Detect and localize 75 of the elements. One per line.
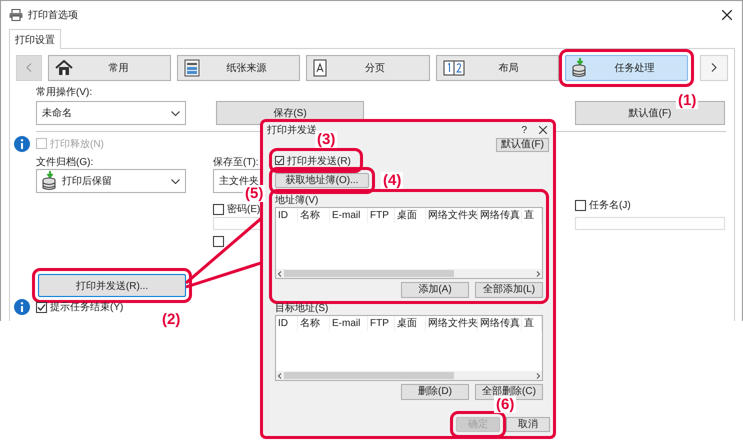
info-icon bbox=[14, 299, 30, 315]
scroll-left-icon[interactable] bbox=[276, 270, 284, 278]
dialog-title: 打印并发送 bbox=[267, 124, 318, 137]
checkbox-label: 任务名(J) bbox=[589, 199, 631, 212]
column-header[interactable]: 网络传真 bbox=[478, 316, 522, 331]
chevron-down-icon bbox=[171, 178, 180, 184]
checkbox[interactable] bbox=[36, 302, 47, 312]
checkbox[interactable] bbox=[213, 204, 224, 214]
window-title: 打印首选项 bbox=[28, 8, 79, 22]
callout-number: (5) bbox=[243, 185, 266, 202]
tab[interactable]: 打印设置 bbox=[9, 29, 61, 49]
scroll-left-icon[interactable] bbox=[276, 372, 284, 380]
column-header[interactable]: ID bbox=[276, 316, 298, 331]
favorites-dropdown[interactable]: 未命名 bbox=[36, 101, 186, 125]
column-header[interactable]: 直 bbox=[522, 316, 542, 331]
column-header[interactable]: FTP bbox=[368, 208, 395, 223]
checkbox-label: 密码(E) bbox=[227, 202, 260, 216]
retention-dropdown[interactable]: 打印后保留 bbox=[36, 169, 186, 193]
close-icon[interactable] bbox=[722, 10, 732, 20]
list-label: 地址簿(V) bbox=[275, 195, 320, 207]
store-in-label: 保存至(T): bbox=[213, 156, 259, 169]
horizontal-scrollbar[interactable] bbox=[276, 371, 542, 380]
column-header[interactable]: 名称 bbox=[298, 316, 330, 331]
column-header[interactable]: 直 bbox=[522, 208, 542, 223]
page-icon bbox=[313, 58, 328, 76]
chevron-down-icon bbox=[171, 110, 180, 116]
checkbox[interactable] bbox=[213, 236, 224, 247]
category-tab[interactable]: 分页 bbox=[306, 54, 430, 80]
checkbox[interactable] bbox=[575, 200, 586, 210]
cancel-button[interactable]: 取消 bbox=[506, 417, 550, 432]
column-header[interactable]: ID bbox=[276, 208, 298, 223]
database-icon bbox=[572, 58, 588, 78]
category-tab[interactable]: 布局 bbox=[436, 54, 559, 80]
callout-number: (6) bbox=[494, 396, 516, 413]
checkbox-label: 提示任务结束(Y) bbox=[50, 300, 124, 314]
info-icon bbox=[14, 136, 30, 152]
column-header[interactable]: 网络文件夹 bbox=[426, 208, 478, 223]
chevron-right-icon bbox=[711, 63, 718, 72]
callout-number: (2) bbox=[160, 311, 182, 328]
callout-number: (4) bbox=[381, 172, 404, 189]
callout-number: (3) bbox=[315, 131, 338, 148]
column-header[interactable]: E-mail bbox=[330, 208, 368, 223]
paper-tray-icon bbox=[184, 58, 200, 76]
two-page-layout-icon bbox=[442, 60, 465, 76]
help-button[interactable]: ? bbox=[521, 124, 527, 136]
column-header[interactable]: 桌面 bbox=[395, 208, 426, 223]
checkbox-label: 打印释放(N) bbox=[50, 138, 104, 150]
favorites-label: 常用操作(V): bbox=[36, 86, 94, 99]
list-button[interactable]: 添加(A) bbox=[401, 282, 469, 298]
checkbox-label: 打印并发送(R) bbox=[287, 154, 351, 168]
close-icon[interactable] bbox=[539, 126, 547, 134]
callout-number: (1) bbox=[676, 92, 698, 109]
column-header[interactable]: 桌面 bbox=[395, 316, 426, 331]
checkbox[interactable] bbox=[275, 156, 284, 165]
address-list[interactable]: ID 名称 E-mail FTP 桌面 网络文件夹 网络传真 直 bbox=[275, 315, 543, 381]
column-header[interactable]: E-mail bbox=[330, 316, 368, 331]
chevron-left-icon bbox=[26, 63, 32, 72]
category-tab[interactable]: 纸张来源 bbox=[177, 54, 300, 80]
list-button[interactable]: 删除(D) bbox=[401, 384, 469, 400]
printer-icon bbox=[9, 8, 23, 20]
retention-label: 文件归档(G): bbox=[36, 156, 94, 169]
address-list[interactable]: ID 名称 E-mail FTP 桌面 网络文件夹 网络传真 直 bbox=[275, 207, 543, 279]
scroll-right-icon[interactable] bbox=[534, 270, 542, 278]
list-label: 目标地址(S) bbox=[275, 303, 330, 315]
scroll-right-icon[interactable] bbox=[534, 372, 542, 380]
list-button[interactable]: 全部添加(L) bbox=[475, 282, 543, 298]
column-header[interactable]: FTP bbox=[368, 316, 395, 331]
horizontal-scrollbar[interactable] bbox=[276, 269, 542, 278]
column-header[interactable]: 名称 bbox=[298, 208, 330, 223]
database-icon bbox=[42, 171, 58, 191]
column-header[interactable]: 网络文件夹 bbox=[426, 316, 478, 331]
house-icon bbox=[54, 60, 73, 76]
category-tab[interactable]: 常用 bbox=[48, 54, 172, 80]
column-header[interactable]: 网络传真 bbox=[478, 208, 522, 223]
default-button[interactable]: 默认值(F) bbox=[496, 138, 549, 152]
